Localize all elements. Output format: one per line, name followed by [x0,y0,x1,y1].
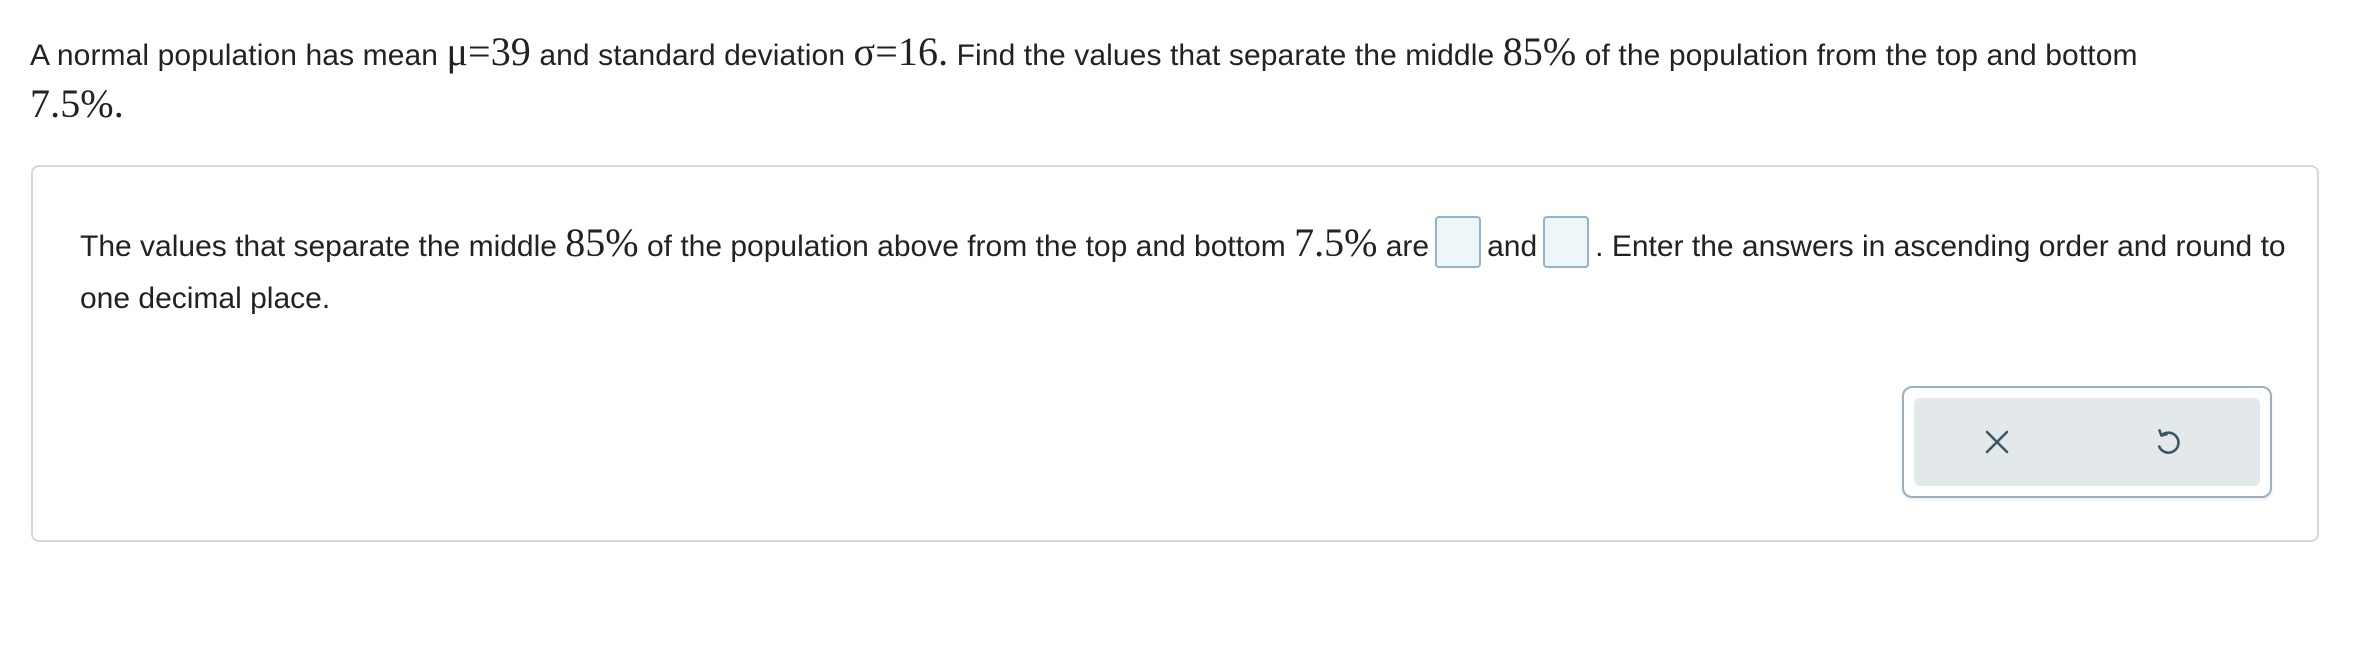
lower-value-input[interactable] [1435,216,1482,269]
answer-part: The values that separate the middle [80,230,566,263]
tail-percent: 7.5%. [30,81,124,126]
answer-part: of the population above from the top and… [638,230,1295,263]
sd-expression: σ=16. [853,29,949,74]
question-part: of the population from the top and botto… [1576,39,2138,72]
page: A normal population has mean μ=39 and st… [0,0,2356,668]
x-icon [1985,430,2009,454]
mean-expression: μ=39 [446,29,531,74]
and-label: and [1487,230,1538,263]
tail-percent: 7.5% [1294,220,1378,265]
undo-icon [2157,429,2180,454]
answer-statement: The values that separate the middle 85% … [80,216,2310,325]
question-part: Find the values that separate the middle [948,39,1503,72]
answer-part: are [1377,230,1430,263]
answer-controls-bar [1914,398,2260,486]
answer-panel: The values that separate the middle 85% … [31,165,2319,542]
clear-button[interactable] [1967,412,2027,472]
upper-value-input[interactable] [1543,216,1590,269]
question-part: A normal population has mean [30,39,447,72]
answer-controls [1902,386,2272,498]
question-text: A normal population has mean μ=39 and st… [30,28,2330,132]
middle-percent: 85% [565,220,639,265]
question-part: and standard deviation [530,39,854,72]
reset-button[interactable] [2137,412,2197,472]
middle-percent: 85% [1502,29,1577,74]
